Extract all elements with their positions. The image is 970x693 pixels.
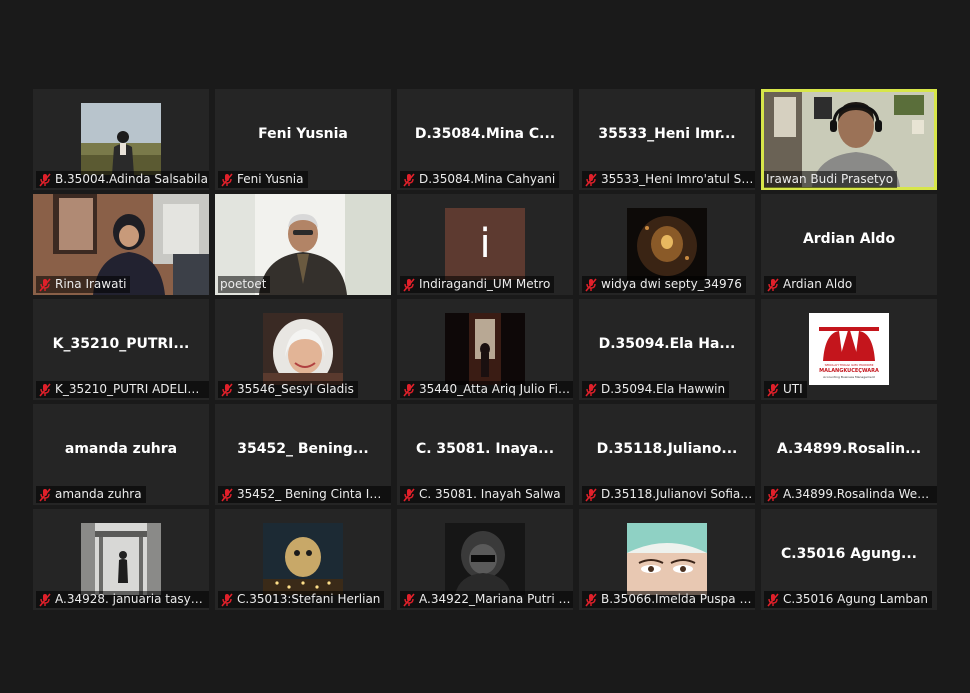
participant-display-name: D.35118.Juliano... [596,441,738,457]
participant-tile[interactable]: 35533_Heni Imr... 35533_Heni Imro'atul S… [579,89,755,190]
muted-mic-icon [39,382,51,397]
participant-display-name: Ardian Aldo [802,231,896,247]
participant-name-label: poetoet [218,276,271,293]
participant-tile[interactable]: B.35066.Imelda Puspa A... [579,509,755,610]
participant-tile[interactable]: A.34922_Mariana Putri P... [397,509,573,610]
participant-name-label: A.34928. januaria tasya ... [36,591,209,608]
participant-display-name: K_35210_PUTRI... [52,336,190,352]
participant-tile[interactable]: Ardian Aldo Ardian Aldo [761,194,937,295]
participant-name-label: D.35118.Julianovi Sofiat... [582,486,755,503]
participant-tile[interactable]: widya dwi septy_34976 [579,194,755,295]
muted-mic-icon [221,592,233,607]
participant-tile[interactable]: i Indiragandi_UM Metro [397,194,573,295]
muted-mic-icon [39,592,51,607]
muted-mic-icon [585,382,597,397]
participant-tile[interactable]: C.35016 Agung... C.35016 Agung Lamban [761,509,937,610]
participant-name-label: K_35210_PUTRI ADELIN ... [36,381,209,398]
participant-name-label: widya dwi septy_34976 [582,276,746,293]
muted-mic-icon [403,592,415,607]
participant-display-name: C.35016 Agung... [781,546,917,562]
muted-mic-icon [221,487,233,502]
muted-mic-icon [585,592,597,607]
participant-tile[interactable]: B.35004.Adinda Salsabila [33,89,209,190]
profile-photo [263,313,343,385]
participant-tile[interactable]: 35440_Atta Ariq Julio Fir... [397,299,573,400]
participant-name-label: amanda zuhra [36,486,146,503]
participant-tile[interactable]: Feni Yusnia Feni Yusnia [215,89,391,190]
muted-mic-icon [767,487,779,502]
participant-name-label: 35533_Heni Imro'atul Sh... [582,171,755,188]
participant-name-label: Ardian Aldo [764,276,857,293]
muted-mic-icon [403,382,415,397]
participant-display-name: 35452_ Bening... [237,441,369,457]
participant-display-name: 35533_Heni Imr... [598,126,736,142]
participant-tile[interactable]: D.35084.Mina C... D.35084.Mina Cahyani [397,89,573,190]
muted-mic-icon [585,487,597,502]
participant-tile-active-speaker[interactable]: Irawan Budi Prasetyo [761,89,937,190]
muted-mic-icon [403,277,415,292]
profile-photo [263,523,343,595]
muted-mic-icon [39,487,51,502]
muted-mic-icon [39,277,51,292]
muted-mic-icon [221,382,233,397]
profile-photo [445,313,525,385]
participant-tile[interactable]: SEKOLAH TINGGI ILMU EKONOMI MALANGKUCEÇW… [761,299,937,400]
participant-name-label: D.35084.Mina Cahyani [400,171,560,188]
muted-mic-icon [403,172,415,187]
profile-photo [627,208,707,280]
participant-tile[interactable]: A.34928. januaria tasya ... [33,509,209,610]
participant-name-label: UTI [764,381,807,398]
participant-name-label: 35452_ Bening Cinta Ima... [218,486,391,503]
muted-mic-icon [767,277,779,292]
participant-tile[interactable]: Rina Irawati [33,194,209,295]
muted-mic-icon [403,487,415,502]
muted-mic-icon [585,172,597,187]
participant-name-label: B.35066.Imelda Puspa A... [582,591,755,608]
muted-mic-icon [39,172,51,187]
participant-display-name: D.35094.Ela Ha... [598,336,736,352]
participant-tile[interactable]: K_35210_PUTRI... K_35210_PUTRI ADELIN ..… [33,299,209,400]
participant-tile[interactable]: D.35094.Ela Ha... D.35094.Ela Hawwin [579,299,755,400]
participant-name-label: Feni Yusnia [218,171,308,188]
participant-tile[interactable]: D.35118.Juliano... D.35118.Julianovi Sof… [579,404,755,505]
muted-mic-icon [767,382,779,397]
muted-mic-icon [767,592,779,607]
participant-tile[interactable]: A.34899.Rosalin... A.34899.Rosalinda Wea… [761,404,937,505]
participant-name-label: C. 35081. Inayah Salwa [400,486,565,503]
participant-name-label: Rina Irawati [36,276,131,293]
participant-tile[interactable]: poetoet [215,194,391,295]
participant-name-label: A.34899.Rosalinda Wea ... [764,486,937,503]
participant-display-name: D.35084.Mina C... [414,126,556,142]
participant-tile[interactable]: 35452_ Bening... 35452_ Bening Cinta Ima… [215,404,391,505]
profile-photo [445,523,525,595]
muted-mic-icon [585,277,597,292]
profile-photo [81,103,161,175]
participant-name-label: D.35094.Ela Hawwin [582,381,730,398]
profile-photo [81,523,161,595]
institution-logo: SEKOLAH TINGGI ILMU EKONOMI MALANGKUCEÇW… [809,313,889,385]
initial-avatar: i [445,208,525,280]
muted-mic-icon [221,172,233,187]
participant-name-label: 35546_Sesyl Gladis [218,381,358,398]
participant-display-name: C. 35081. Inaya... [415,441,555,457]
participant-name-label: 35440_Atta Ariq Julio Fir... [400,381,573,398]
participant-name-label: Indiragandi_UM Metro [400,276,555,293]
participant-display-name: Feni Yusnia [258,126,348,142]
participant-name-label: C.35013:Stefani Herlian [218,591,385,608]
participant-name-label: B.35004.Adinda Salsabila [36,171,209,188]
participant-name-label: C.35016 Agung Lamban [764,591,932,608]
participant-display-name: A.34899.Rosalin... [776,441,922,457]
participant-tile[interactable]: C. 35081. Inaya... C. 35081. Inayah Salw… [397,404,573,505]
participant-name-label: A.34922_Mariana Putri P... [400,591,573,608]
profile-photo [627,523,707,595]
video-gallery: B.35004.Adinda Salsabila Feni Yusnia Fen… [33,89,937,610]
participant-tile[interactable]: amanda zuhra amanda zuhra [33,404,209,505]
participant-tile[interactable]: C.35013:Stefani Herlian [215,509,391,610]
participant-tile[interactable]: 35546_Sesyl Gladis [215,299,391,400]
participant-display-name: amanda zuhra [64,441,178,457]
participant-name-label: Irawan Budi Prasetyo [764,171,898,188]
